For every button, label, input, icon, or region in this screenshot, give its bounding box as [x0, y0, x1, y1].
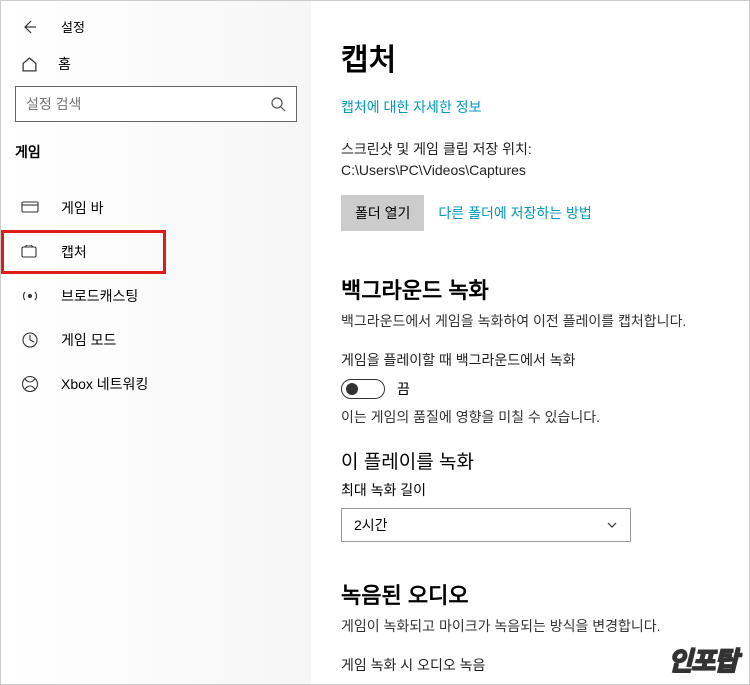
nav-home[interactable]: 홈 [1, 42, 311, 86]
max-length-value: 2시간 [354, 515, 388, 535]
bg-record-toggle-state: 끔 [397, 379, 410, 399]
audio-desc: 게임이 녹화되고 마이크가 녹음되는 방식을 변경합니다. [341, 616, 719, 637]
captures-info-link[interactable]: 캡처에 대한 자세한 정보 [341, 97, 719, 117]
search-input-wrap[interactable] [15, 86, 297, 122]
nav-home-label: 홈 [58, 54, 71, 74]
max-length-select[interactable]: 2시간 [341, 508, 631, 542]
chevron-down-icon [606, 519, 618, 531]
record-this-heading: 이 플레이를 녹화 [341, 447, 719, 474]
nav-label: Xbox 네트워킹 [61, 374, 148, 394]
broadcast-icon [21, 287, 39, 305]
open-folder-button[interactable]: 폴더 열기 [341, 195, 424, 231]
max-length-label: 최대 녹화 길이 [341, 480, 719, 500]
page-title: 캡처 [341, 35, 719, 79]
bg-record-heading: 백그라운드 녹화 [341, 273, 719, 305]
search-icon [270, 96, 286, 112]
alt-folder-link[interactable]: 다른 폴더에 저장하는 방법 [438, 203, 591, 223]
bg-record-toggle-label: 게임을 플레이할 때 백그라운드에서 녹화 [341, 350, 719, 371]
nav-label: 게임 바 [61, 198, 104, 218]
save-path-text: 스크린샷 및 게임 클립 저장 위치: C:\Users\PC\Videos\C… [341, 139, 719, 181]
search-input[interactable] [26, 96, 270, 112]
nav-xbox-networking[interactable]: Xbox 네트워킹 [1, 362, 311, 406]
back-icon[interactable] [21, 19, 37, 35]
watermark: 인포탑 [668, 641, 737, 678]
bg-record-toggle[interactable] [341, 379, 385, 399]
nav-game-mode[interactable]: 게임 모드 [1, 318, 311, 362]
capture-icon [21, 243, 39, 261]
settings-title: 설정 [61, 17, 85, 36]
nav-game-bar[interactable]: 게임 바 [1, 186, 311, 230]
category-heading: 게임 [1, 132, 311, 170]
audio-toggle-label: 게임 녹화 시 오디오 녹음 [341, 655, 719, 676]
nav-label: 게임 모드 [61, 330, 116, 350]
home-icon [21, 56, 38, 73]
game-bar-icon [21, 199, 39, 217]
audio-heading: 녹음된 오디오 [341, 578, 719, 610]
bg-record-desc: 백그라운드에서 게임을 녹화하여 이전 플레이를 캡처합니다. [341, 311, 719, 332]
nav-label: 브로드캐스팅 [61, 286, 138, 306]
game-mode-icon [21, 331, 39, 349]
nav-label: 캡처 [61, 242, 87, 262]
nav-broadcasting[interactable]: 브로드캐스팅 [1, 274, 311, 318]
bg-record-hint: 이는 게임의 품질에 영향을 미칠 수 있습니다. [341, 407, 719, 427]
xbox-icon [21, 375, 39, 393]
nav-capture[interactable]: 캡처 [1, 230, 166, 274]
